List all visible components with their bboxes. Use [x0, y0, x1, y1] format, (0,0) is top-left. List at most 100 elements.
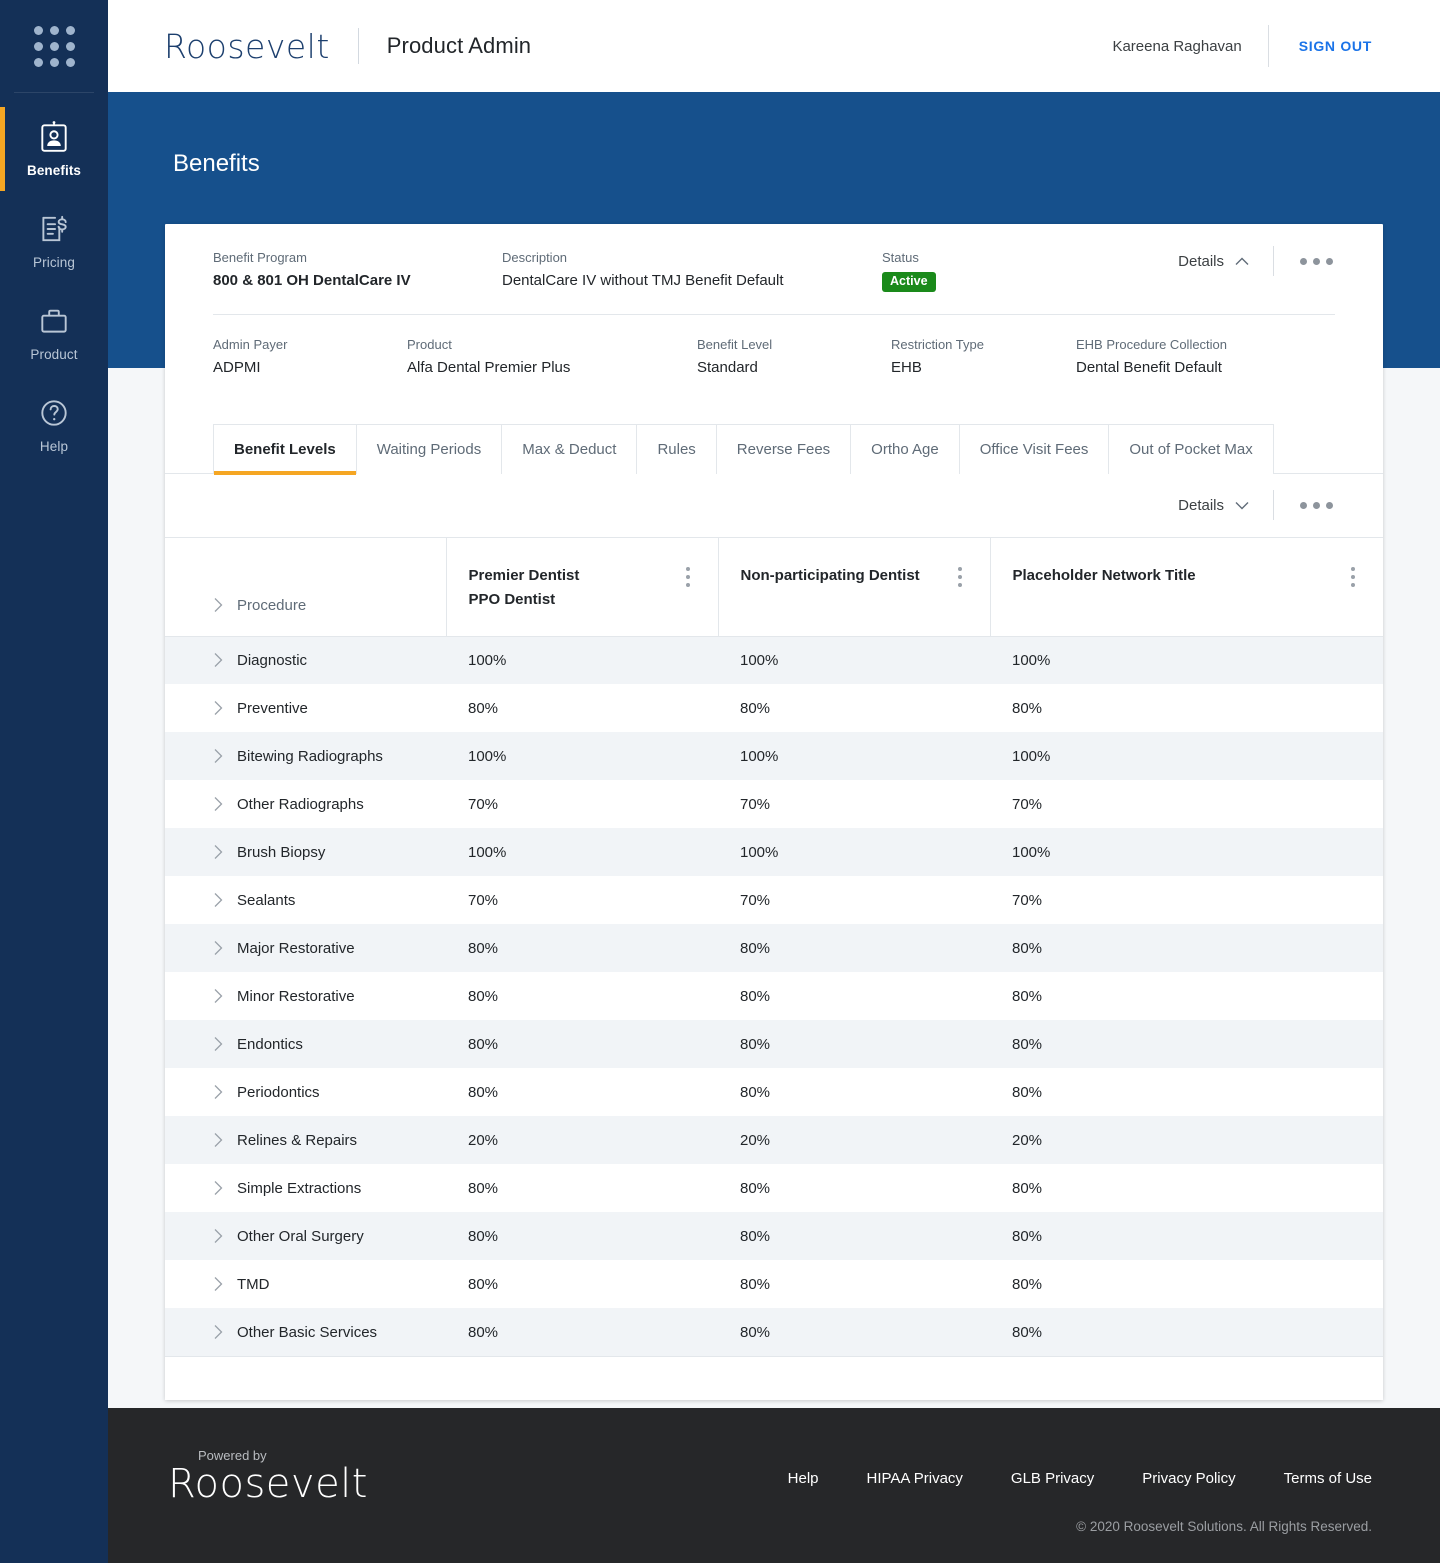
cell-benefit-percent: 80% [718, 972, 990, 1020]
app-grid-icon [34, 26, 75, 67]
tab-benefit-levels[interactable]: Benefit Levels [213, 424, 357, 474]
cell-procedure[interactable]: Diagnostic [165, 636, 446, 684]
column-menu-button-premier-dentist[interactable] [684, 565, 692, 589]
column-header-title: Placeholder Network Title [1013, 564, 1350, 588]
footer-links: Help HIPAA Privacy GLB Privacy Privacy P… [788, 1470, 1372, 1487]
footer-link-help[interactable]: Help [788, 1470, 819, 1487]
footer-link-privacy-policy[interactable]: Privacy Policy [1142, 1470, 1235, 1487]
table-row[interactable]: Brush Biopsy100%100%100% [165, 828, 1383, 876]
table-details-toggle-button[interactable]: Details [1178, 497, 1249, 514]
table-row[interactable]: Other Radiographs70%70%70% [165, 780, 1383, 828]
table-row[interactable]: Sealants70%70%70% [165, 876, 1383, 924]
procedure-name: Diagnostic [237, 652, 307, 669]
sidebar: Benefits Pricing [0, 0, 108, 1563]
control-divider [1273, 490, 1274, 520]
price-document-icon [37, 212, 71, 246]
cell-procedure[interactable]: TMD [165, 1260, 446, 1308]
chevron-right-icon [213, 988, 224, 1004]
cell-procedure[interactable]: Simple Extractions [165, 1164, 446, 1212]
table-row[interactable]: Other Basic Services80%80%80% [165, 1308, 1383, 1356]
cell-benefit-percent: 70% [446, 780, 718, 828]
table-row[interactable]: Diagnostic100%100%100% [165, 636, 1383, 684]
procedure-name: Endontics [237, 1036, 303, 1053]
cell-procedure[interactable]: Major Restorative [165, 924, 446, 972]
table-row[interactable]: Endontics80%80%80% [165, 1020, 1383, 1068]
table-row[interactable]: Major Restorative80%80%80% [165, 924, 1383, 972]
sign-out-button[interactable]: SIGN OUT [1269, 38, 1372, 54]
column-menu-button-placeholder-network[interactable] [1349, 565, 1357, 589]
cell-procedure[interactable]: Endontics [165, 1020, 446, 1068]
cell-benefit-percent: 80% [990, 924, 1383, 972]
table-row[interactable]: Minor Restorative80%80%80% [165, 972, 1383, 1020]
cell-procedure[interactable]: Preventive [165, 684, 446, 732]
sidebar-item-help[interactable]: Help [0, 379, 108, 471]
sidebar-item-benefits[interactable]: Benefits [0, 103, 108, 195]
tab-office-visit-fees[interactable]: Office Visit Fees [960, 424, 1110, 474]
cell-procedure[interactable]: Minor Restorative [165, 972, 446, 1020]
cell-benefit-percent: 80% [990, 1308, 1383, 1356]
footer-link-glb-privacy[interactable]: GLB Privacy [1011, 1470, 1094, 1487]
field-value: 800 & 801 OH DentalCare IV [213, 272, 502, 289]
details-label: Details [1178, 253, 1224, 270]
footer-brand: Powered by Roosevelt [168, 1448, 368, 1504]
cell-procedure[interactable]: Relines & Repairs [165, 1116, 446, 1164]
sidebar-item-label: Pricing [33, 255, 75, 270]
tab-out-of-pocket-max[interactable]: Out of Pocket Max [1109, 424, 1273, 474]
table-row[interactable]: Simple Extractions80%80%80% [165, 1164, 1383, 1212]
cell-benefit-percent: 100% [718, 732, 990, 780]
cell-procedure[interactable]: Other Radiographs [165, 780, 446, 828]
chevron-down-icon [1235, 501, 1249, 510]
footer-link-terms-of-use[interactable]: Terms of Use [1284, 1470, 1372, 1487]
table-row[interactable]: Bitewing Radiographs100%100%100% [165, 732, 1383, 780]
cell-procedure[interactable]: Bitewing Radiographs [165, 732, 446, 780]
sidebar-item-product[interactable]: Product [0, 287, 108, 379]
cell-procedure[interactable]: Sealants [165, 876, 446, 924]
footer-link-hipaa-privacy[interactable]: HIPAA Privacy [867, 1470, 963, 1487]
details-label: Details [1178, 497, 1224, 514]
column-header-procedure[interactable]: Procedure [165, 538, 446, 637]
table-row[interactable]: Other Oral Surgery80%80%80% [165, 1212, 1383, 1260]
tab-rules[interactable]: Rules [637, 424, 716, 474]
app-grid-launcher-button[interactable] [0, 0, 108, 92]
table-row[interactable]: Preventive80%80%80% [165, 684, 1383, 732]
cell-procedure[interactable]: Other Basic Services [165, 1308, 446, 1356]
cell-benefit-percent: 80% [446, 924, 718, 972]
table-header-row: Procedure Premier Dentist PPO Dentist No… [165, 538, 1383, 637]
table-overflow-menu-button[interactable] [1298, 496, 1335, 515]
table-footer-strip [165, 1356, 1383, 1400]
table-head: Procedure Premier Dentist PPO Dentist No… [165, 538, 1383, 637]
field-value: EHB [891, 359, 1076, 376]
cell-benefit-percent: 70% [718, 876, 990, 924]
cell-benefit-percent: 80% [446, 1068, 718, 1116]
cell-benefit-percent: 100% [990, 636, 1383, 684]
cell-procedure[interactable]: Brush Biopsy [165, 828, 446, 876]
card-overflow-menu-button[interactable] [1298, 252, 1335, 271]
benefit-program-card: Benefit Program 800 & 801 OH DentalCare … [165, 224, 1383, 1400]
sidebar-item-pricing[interactable]: Pricing [0, 195, 108, 287]
chevron-right-icon [213, 1084, 224, 1100]
sidebar-item-label: Help [40, 439, 68, 454]
table-row[interactable]: TMD80%80%80% [165, 1260, 1383, 1308]
column-menu-button-non-participating-dentist[interactable] [956, 565, 964, 589]
cell-procedure[interactable]: Periodontics [165, 1068, 446, 1116]
cell-benefit-percent: 80% [718, 1260, 990, 1308]
cell-benefit-percent: 80% [718, 684, 990, 732]
tab-max-and-deduct[interactable]: Max & Deduct [502, 424, 637, 474]
app-root: Benefits Pricing [0, 0, 1440, 1563]
field-restriction-type: Restriction Type EHB [891, 337, 1076, 398]
chevron-right-icon [213, 1324, 224, 1340]
chevron-up-icon [1235, 257, 1249, 266]
cell-benefit-percent: 100% [718, 828, 990, 876]
field-value: Standard [697, 359, 891, 376]
table-row[interactable]: Periodontics80%80%80% [165, 1068, 1383, 1116]
procedure-name: Sealants [237, 892, 295, 909]
details-toggle-button[interactable]: Details [1178, 253, 1249, 270]
tab-waiting-periods[interactable]: Waiting Periods [357, 424, 503, 474]
field-value: DentalCare IV without TMJ Benefit Defaul… [502, 272, 882, 289]
table-controls: Details [1178, 490, 1335, 520]
cell-procedure[interactable]: Other Oral Surgery [165, 1212, 446, 1260]
tab-ortho-age[interactable]: Ortho Age [851, 424, 960, 474]
cell-benefit-percent: 20% [446, 1116, 718, 1164]
tab-reverse-fees[interactable]: Reverse Fees [717, 424, 851, 474]
table-row[interactable]: Relines & Repairs20%20%20% [165, 1116, 1383, 1164]
